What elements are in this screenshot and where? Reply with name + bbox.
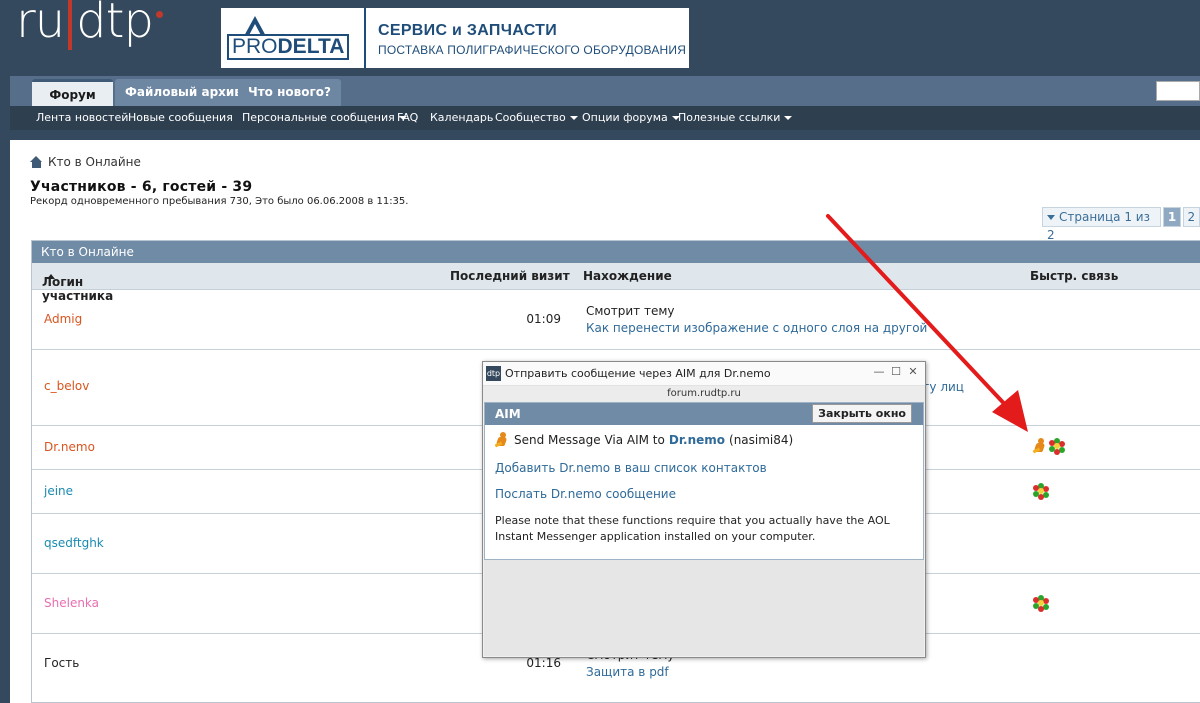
maximize-icon[interactable]: ☐ [889, 365, 903, 378]
location-link[interactable]: Как перенести изображение с одного слоя … [586, 321, 927, 335]
window-titlebar[interactable]: dtp Отправить сообщение через AIM для Dr… [483, 362, 925, 386]
window-title: Отправить сообщение через AIM для Dr.nem… [505, 367, 771, 380]
aim-panel: AIM Закрыть окно Send Message Via AIM to… [484, 402, 924, 560]
page-link-2[interactable]: 2 [1182, 207, 1200, 227]
subnav-private-messages[interactable]: Персональные сообщения [242, 111, 407, 124]
col-login[interactable]: Логин участника [42, 269, 113, 303]
tab-whats-new[interactable]: Что нового? [238, 79, 341, 106]
block-title: Кто в Онлайне [32, 241, 1200, 263]
aim-icon [494, 432, 509, 448]
subnav-faq[interactable]: FAQ [397, 111, 418, 124]
record-text: Рекорд одновременного пребывания 730, Эт… [30, 196, 409, 207]
search-input[interactable] [1156, 81, 1200, 101]
page-title: Участников - 6, гостей - 39 [30, 179, 253, 195]
col-location[interactable]: Нахождение [583, 269, 672, 283]
ad-banner[interactable]: PRODELTA СЕРВИС и ЗАПЧАСТИ ПОСТАВКА ПОЛИ… [221, 8, 689, 68]
breadcrumb-current: Кто в Онлайне [48, 155, 141, 169]
minimize-icon[interactable]: — [872, 365, 886, 378]
tab-file-archive[interactable]: Файловый архив [115, 79, 252, 106]
site-header: ru dtp PRODELTA СЕРВИС и ЗАПЧАСТИ ПОСТАВК… [0, 0, 1200, 76]
aim-popup-window: dtp Отправить сообщение через AIM для Dr… [482, 361, 926, 658]
last-visit-time: 01:16 [526, 656, 561, 670]
banner-title: СЕРВИС и ЗАПЧАСТИ [378, 22, 558, 39]
user-link-c-belov[interactable]: c_belov [44, 379, 89, 393]
user-link-qsedftghk[interactable]: qsedftghk [44, 536, 104, 550]
aim-header: AIM Закрыть окно [485, 403, 923, 425]
user-link-dr-nemo[interactable]: Dr.nemo [44, 440, 95, 454]
location-action: Смотрит тему [586, 304, 675, 318]
subnav-useful-links[interactable]: Полезные ссылки [678, 111, 793, 124]
icq-icon[interactable] [1033, 483, 1049, 500]
col-quick-contact: Быстр. связь [1030, 269, 1119, 283]
prodelta-logo: PRODELTA [221, 8, 366, 68]
subnav-community[interactable]: Сообщество [495, 111, 578, 124]
page-info-dropdown[interactable]: Страница 1 из 2 [1042, 207, 1162, 242]
close-window-button[interactable]: Закрыть окно [812, 404, 912, 423]
subnav-forum-options[interactable]: Опции форума [582, 111, 680, 124]
col-last-visit[interactable]: Последний визит [450, 269, 570, 283]
main-nav: Форум Файловый архив Что нового? [10, 76, 1200, 106]
icq-icon[interactable] [1049, 438, 1065, 455]
page-link-1[interactable]: 1 [1163, 207, 1181, 227]
send-aim-line: Send Message Via AIM to Dr.nemo (nasimi8… [494, 432, 793, 448]
aim-icon[interactable] [1032, 438, 1047, 454]
last-visit-time: 01:09 [526, 312, 561, 326]
popup-empty-area [484, 560, 924, 656]
url-bar: forum.rudtp.ru [483, 386, 925, 402]
home-icon[interactable] [30, 156, 43, 168]
user-guest: Гость [44, 656, 80, 670]
close-icon[interactable]: ✕ [906, 365, 920, 378]
subnav-news-feed[interactable]: Лента новостей [36, 111, 128, 124]
sub-nav: Лента новостей Новые сообщения Персональ… [10, 106, 1200, 130]
send-message-link[interactable]: Послать Dr.nemo сообщение [495, 487, 676, 501]
user-link-admig[interactable]: Admig [44, 312, 82, 326]
icq-icon[interactable] [1033, 595, 1049, 612]
aim-note: Please note that these functions require… [495, 514, 890, 543]
breadcrumb: Кто в Онлайне [30, 155, 141, 169]
user-link-jeine[interactable]: jeine [44, 484, 73, 498]
user-link-shelenka[interactable]: Shelenka [44, 596, 99, 610]
banner-subtitle: ПОСТАВКА ПОЛИГРАФИЧЕСКОГО ОБОРУДОВАНИЯ [378, 43, 687, 57]
table-header: Логин участника Последний визит Нахожден… [32, 263, 1200, 303]
site-icon: dtp [486, 366, 501, 381]
add-contact-link[interactable]: Добавить Dr.nemo в ваш список контактов [495, 461, 767, 475]
aim-user-link[interactable]: Dr.nemo [669, 433, 725, 447]
site-logo[interactable]: ru dtp [16, 0, 163, 50]
chevron-down-icon [784, 116, 793, 120]
subnav-new-posts[interactable]: Новые сообщения [128, 111, 233, 124]
tab-forum[interactable]: Форум [32, 79, 113, 106]
pagination: Страница 1 из 2 1 2 [1042, 207, 1200, 242]
table-row: Admig 01:09 Смотрит тему Как перенести и… [32, 289, 1200, 349]
location-link[interactable]: Защита в pdf [586, 665, 669, 679]
subnav-calendar[interactable]: Календарь [430, 111, 493, 124]
chevron-down-icon [569, 116, 578, 120]
